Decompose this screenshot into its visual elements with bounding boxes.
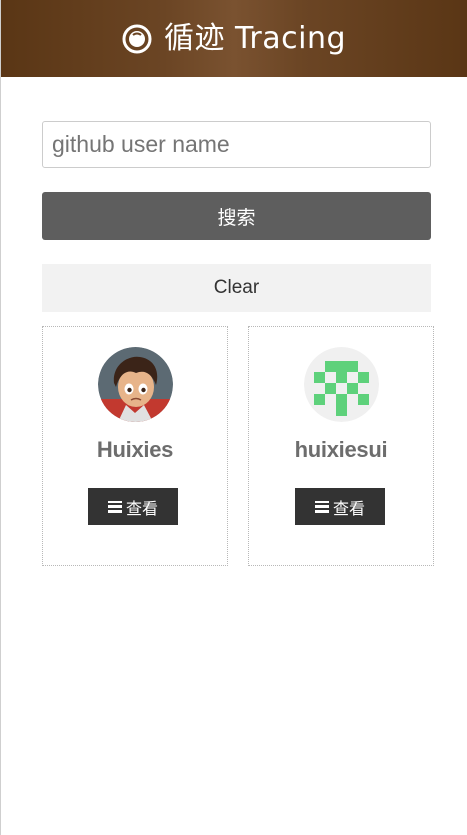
app-title: 循迹 Tracing bbox=[163, 20, 347, 56]
clear-button-label: Clear bbox=[213, 277, 260, 298]
search-button-label: 搜索 bbox=[217, 206, 256, 229]
menu-icon bbox=[314, 500, 329, 513]
username: huixiesui bbox=[294, 437, 388, 462]
green-identicon-avatar bbox=[304, 347, 379, 422]
github-username-input[interactable] bbox=[42, 121, 431, 168]
user-card: Huixies 查看 bbox=[42, 326, 228, 566]
view-button[interactable]: 查看 bbox=[295, 488, 385, 525]
view-button-label: 查看 bbox=[125, 498, 158, 518]
target-ring-icon bbox=[122, 24, 152, 53]
menu-icon bbox=[107, 500, 122, 513]
username: Huixies bbox=[96, 437, 174, 462]
user-card: huixiesui 查看 bbox=[248, 326, 434, 566]
brand[interactable]: 循迹 Tracing bbox=[122, 20, 347, 56]
clear-button[interactable]: Clear bbox=[42, 264, 431, 312]
search-button[interactable]: 搜索 bbox=[42, 192, 431, 240]
cartoon-boy-avatar bbox=[98, 347, 173, 422]
view-button-label: 查看 bbox=[332, 498, 365, 518]
page-left-border bbox=[0, 0, 1, 835]
view-button[interactable]: 查看 bbox=[88, 488, 178, 525]
app-header: 循迹 Tracing bbox=[1, 0, 467, 77]
